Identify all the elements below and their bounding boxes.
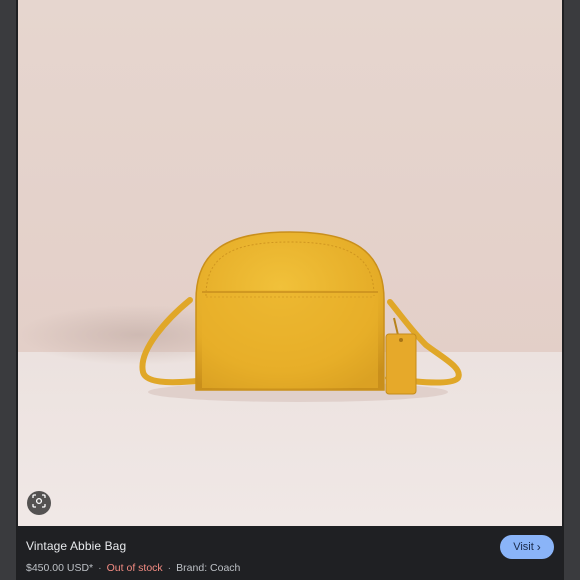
left-edge-shadow	[0, 0, 18, 580]
product-brand: Brand: Coach	[176, 562, 241, 574]
product-meta: $450.00 USD* · Out of stock · Brand: Coach	[26, 562, 240, 574]
right-edge-shadow	[562, 0, 580, 580]
visit-button[interactable]: Visit ›	[500, 535, 554, 559]
product-title[interactable]: Vintage Abbie Bag	[26, 539, 126, 553]
product-info-bar: Vintage Abbie Bag $450.00 USD* · Out of st…	[18, 526, 562, 580]
visit-label: Visit	[513, 541, 534, 553]
lens-search-icon	[32, 493, 46, 513]
separator-dot: ·	[98, 562, 102, 574]
product-image[interactable]	[18, 0, 562, 526]
stock-status: Out of stock	[106, 562, 163, 574]
product-price: $450.00 USD*	[26, 562, 94, 574]
separator-dot: ·	[167, 562, 172, 574]
lens-search-button[interactable]	[27, 491, 51, 515]
chevron-right-icon: ›	[536, 540, 541, 554]
